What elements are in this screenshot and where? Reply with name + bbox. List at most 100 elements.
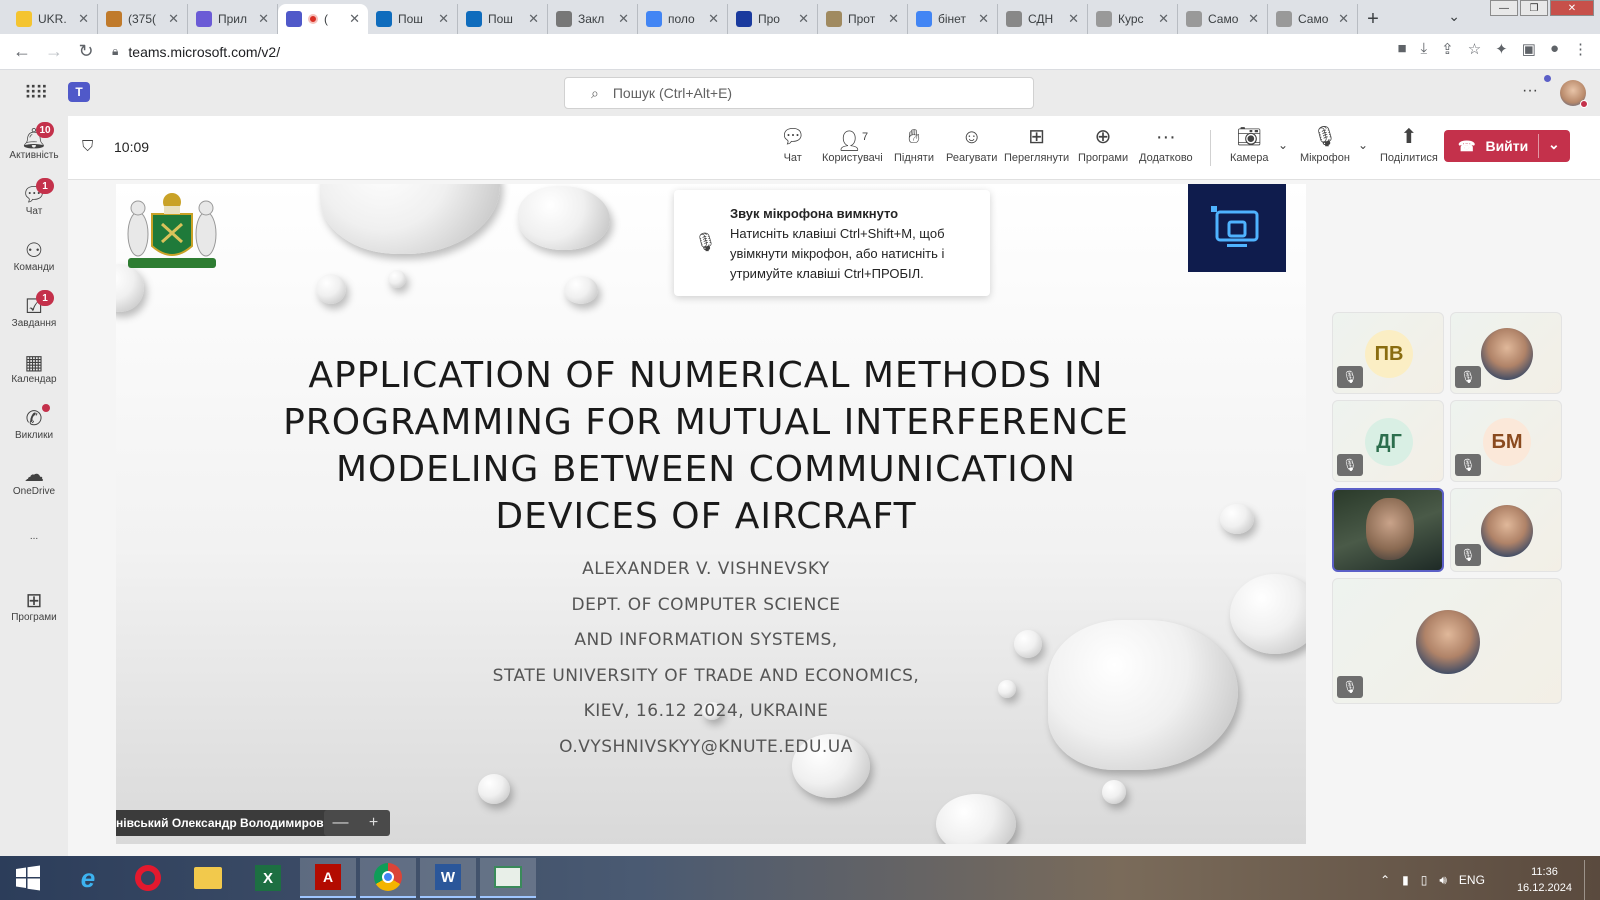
mic-options-chevron-icon[interactable]: ⌄ <box>1358 138 1368 152</box>
rail-item[interactable]: ⊞ Програми <box>0 578 68 634</box>
forward-button[interactable]: → <box>38 36 70 68</box>
browser-tab[interactable]: Курс ✕ <box>1088 4 1178 34</box>
battery-icon[interactable]: ▯ <box>1421 873 1428 887</box>
tab-search-chevron-icon[interactable]: ⌄ <box>1448 8 1460 25</box>
tab-close-icon[interactable]: ✕ <box>1158 11 1169 27</box>
participant-tile[interactable]: 🎙︎ <box>1332 578 1562 704</box>
settings-more-icon[interactable]: ··· <box>1522 82 1538 100</box>
tab-close-icon[interactable]: ✕ <box>258 11 269 27</box>
rail-item[interactable]: ▦ Календар <box>0 340 68 396</box>
profile-icon[interactable]: ● <box>1550 40 1559 58</box>
show-desktop-button[interactable] <box>1584 860 1590 900</box>
tab-close-icon[interactable]: ✕ <box>1338 11 1349 27</box>
clock[interactable]: 11:36 16.12.2024 <box>1517 864 1572 896</box>
tab-close-icon[interactable]: ✕ <box>528 11 539 27</box>
start-button[interactable] <box>0 858 56 898</box>
rail-item[interactable]: 🔔︎ Активність 10 <box>0 116 68 172</box>
camera-options-chevron-icon[interactable]: ⌄ <box>1278 138 1288 152</box>
app-launcher-icon[interactable]: ⠿⠿ <box>24 83 48 104</box>
install-app-icon[interactable]: ⤓ <box>1421 40 1428 58</box>
rail-item[interactable]: ☁ OneDrive <box>0 452 68 508</box>
tab-close-icon[interactable]: ✕ <box>1068 11 1079 27</box>
language-indicator[interactable]: ENG <box>1459 873 1485 887</box>
tab-close-icon[interactable]: ✕ <box>1248 11 1259 27</box>
file-explorer-icon[interactable] <box>180 858 236 898</box>
zoom-out-button[interactable]: — <box>324 810 357 836</box>
rail-item-label: ... <box>29 530 39 542</box>
browser-tab-strip: UKR. ✕ (375(✕ Прил ✕(✕ Пош ✕ Пош ✕ Закл ✕ поло ✕ Про ✕… <box>0 0 1600 34</box>
more-actions-button[interactable]: ··· Додатково <box>1139 126 1193 164</box>
tab-close-icon[interactable]: ✕ <box>888 11 899 27</box>
side-panel-icon[interactable]: ▣ <box>1522 40 1536 58</box>
camera-button[interactable]: 📷︎ Камера <box>1230 126 1268 164</box>
leave-button[interactable]: ☎ Вийти ⌄ <box>1444 130 1570 162</box>
reload-button[interactable]: ↻ <box>70 36 102 68</box>
search-input[interactable]: ⌕ Пошук (Ctrl+Alt+E) <box>564 77 1034 109</box>
presentation-app-icon[interactable] <box>480 858 536 898</box>
share-button[interactable]: ⬆ Поділитися <box>1380 126 1438 164</box>
bookmark-star-icon[interactable]: ☆ <box>1468 40 1481 58</box>
chat-button[interactable]: 💬︎ Чат <box>780 126 805 164</box>
react-button[interactable]: ☺ Реагувати <box>946 126 997 164</box>
tab-close-icon[interactable]: ✕ <box>78 11 89 27</box>
browser-tab[interactable]: (375(✕ <box>98 4 188 34</box>
rail-item[interactable]: 💬︎ Чат 1 <box>0 172 68 228</box>
mic-button[interactable]: 🎙︎ Мікрофон <box>1300 126 1350 164</box>
back-button[interactable]: ← <box>6 36 38 68</box>
browser-tab[interactable]: бінет ✕ <box>908 4 998 34</box>
browser-tab[interactable]: Прот ✕ <box>818 4 908 34</box>
share-page-icon[interactable]: ⇪ <box>1441 40 1454 58</box>
participant-tile[interactable]: БМ 🎙︎ <box>1450 400 1562 482</box>
apps-button[interactable]: ⊕ Програми <box>1078 126 1128 164</box>
tab-close-icon[interactable]: ✕ <box>168 11 179 27</box>
browser-tab[interactable]: Прил ✕ <box>188 4 278 34</box>
word-icon[interactable]: W <box>420 858 476 898</box>
browser-tab[interactable]: Про ✕ <box>728 4 818 34</box>
chrome-icon[interactable] <box>360 858 416 898</box>
leave-options-chevron-icon[interactable]: ⌄ <box>1548 136 1560 153</box>
participant-tile[interactable]: ДГ 🎙︎ <box>1332 400 1444 482</box>
browser-tab[interactable]: Пош ✕ <box>368 4 458 34</box>
rail-item[interactable]: ... <box>0 508 68 564</box>
people-button[interactable]: 👤︎7 Користувачі <box>822 126 883 164</box>
browser-tab[interactable]: Само ✕ <box>1268 4 1358 34</box>
volume-icon[interactable]: 🔊︎ <box>1439 873 1447 888</box>
tab-close-icon[interactable]: ✕ <box>978 11 989 27</box>
rail-item[interactable]: ⚇ Команди <box>0 228 68 284</box>
tab-close-icon[interactable]: ✕ <box>618 11 629 27</box>
internet-explorer-icon[interactable]: e <box>60 858 116 898</box>
network-signal-icon[interactable]: ▮ <box>1402 873 1409 887</box>
browser-tab[interactable]: (✕ <box>278 4 368 34</box>
close-window-button[interactable]: ✕ <box>1550 0 1594 16</box>
browser-tab[interactable]: поло ✕ <box>638 4 728 34</box>
tab-close-icon[interactable]: ✕ <box>349 11 360 27</box>
browser-tab[interactable]: Пош ✕ <box>458 4 548 34</box>
show-hidden-icons-chevron-icon[interactable]: ⌃ <box>1380 873 1390 887</box>
tab-close-icon[interactable]: ✕ <box>798 11 809 27</box>
participant-tile[interactable]: 🎙︎ <box>1450 312 1562 394</box>
browser-tab[interactable]: UKR. ✕ <box>8 4 98 34</box>
participant-tile[interactable]: ПВ 🎙︎ <box>1332 312 1444 394</box>
zoom-in-button[interactable]: + <box>357 810 390 836</box>
camera-blocked-icon[interactable]: ■ <box>1397 40 1406 58</box>
participant-tile[interactable] <box>1332 488 1444 572</box>
raise-hand-button[interactable]: ✋︎ Підняти <box>894 126 934 164</box>
excel-icon[interactable]: X <box>240 858 296 898</box>
tab-close-icon[interactable]: ✕ <box>438 11 449 27</box>
restore-button[interactable]: ❐ <box>1520 0 1548 16</box>
tab-close-icon[interactable]: ✕ <box>708 11 719 27</box>
rail-item[interactable]: ✆ Виклики <box>0 396 68 452</box>
minimize-button[interactable]: — <box>1490 0 1518 16</box>
participant-tile[interactable]: 🎙︎ <box>1450 488 1562 572</box>
view-button[interactable]: ⊞ Переглянути <box>1004 126 1069 164</box>
new-tab-button[interactable]: + <box>1358 4 1388 34</box>
browser-tab[interactable]: Закл ✕ <box>548 4 638 34</box>
browser-menu-icon[interactable]: ⋮ <box>1573 40 1588 58</box>
rail-item[interactable]: ☑ Завдання 1 <box>0 284 68 340</box>
browser-tab[interactable]: СДН ✕ <box>998 4 1088 34</box>
url-field[interactable]: 🔒︎ teams.microsoft.com/v2/ <box>112 44 280 60</box>
acrobat-icon[interactable]: A <box>300 858 356 898</box>
extensions-icon[interactable]: ✦ <box>1495 40 1508 58</box>
browser-tab[interactable]: Само ✕ <box>1178 4 1268 34</box>
opera-icon[interactable] <box>120 858 176 898</box>
